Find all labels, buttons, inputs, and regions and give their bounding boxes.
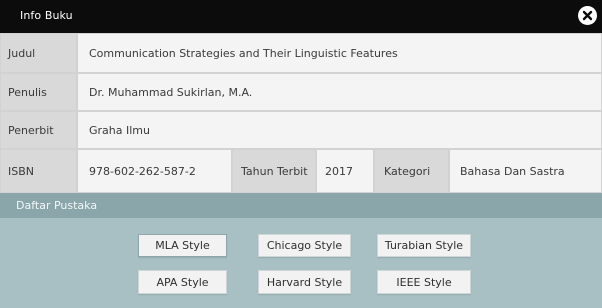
- penerbit-value: Graha Ilmu: [77, 111, 602, 149]
- daftar-pustaka-header: Daftar Pustaka: [0, 193, 602, 218]
- window-title: Info Buku: [20, 9, 73, 22]
- tahun-terbit-value: 2017: [316, 149, 374, 193]
- close-circle-icon: [582, 10, 593, 21]
- mla-style-button[interactable]: MLA Style: [138, 234, 227, 257]
- tahun-terbit-label: Tahun Terbit: [232, 149, 316, 193]
- penulis-label: Penulis: [0, 73, 77, 111]
- apa-style-button[interactable]: APA Style: [138, 270, 227, 294]
- kategori-value: Bahasa Dan Sastra: [449, 149, 602, 193]
- title-bar: Info Buku: [0, 0, 602, 33]
- harvard-style-button[interactable]: Harvard Style: [258, 270, 351, 294]
- penerbit-row: Penerbit Graha Ilmu: [0, 111, 602, 149]
- isbn-value: 978-602-262-587-2: [77, 149, 232, 193]
- penulis-row: Penulis Dr. Muhammad Sukirlan, M.A.: [0, 73, 602, 111]
- ieee-style-button[interactable]: IEEE Style: [377, 270, 471, 294]
- close-button[interactable]: [578, 6, 597, 25]
- isbn-row: ISBN 978-602-262-587-2 Tahun Terbit 2017…: [0, 149, 602, 193]
- turabian-style-button[interactable]: Turabian Style: [377, 234, 471, 257]
- chicago-style-button[interactable]: Chicago Style: [258, 234, 351, 257]
- kategori-label: Kategori: [374, 149, 449, 193]
- penulis-value: Dr. Muhammad Sukirlan, M.A.: [77, 73, 602, 111]
- daftar-pustaka-title: Daftar Pustaka: [16, 199, 98, 212]
- penerbit-label: Penerbit: [0, 111, 77, 149]
- info-buku-dialog: Info Buku Judul Communication Strategies…: [0, 0, 602, 308]
- isbn-label: ISBN: [0, 149, 77, 193]
- judul-value: Communication Strategies and Their Lingu…: [77, 33, 602, 73]
- judul-row: Judul Communication Strategies and Their…: [0, 33, 602, 73]
- judul-label: Judul: [0, 33, 77, 73]
- daftar-pustaka-panel: MLA Style Chicago Style Turabian Style A…: [0, 218, 602, 308]
